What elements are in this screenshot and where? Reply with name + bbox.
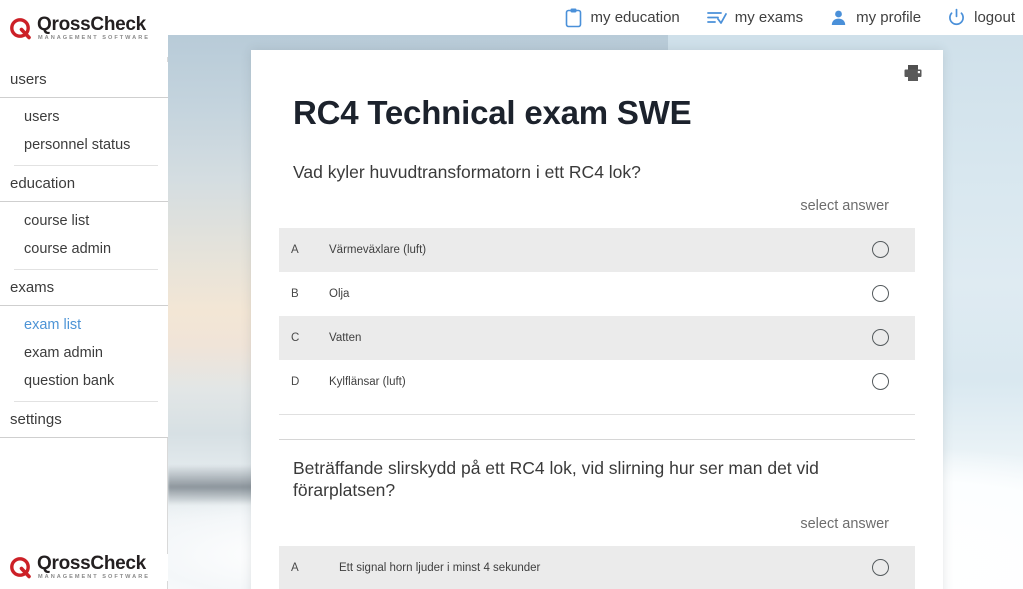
qrosscheck-q-icon	[8, 555, 34, 581]
answer-text: Ett signal horn ljuder i minst 4 sekunde…	[339, 561, 541, 574]
nav-my-exams[interactable]: my exams	[706, 8, 803, 27]
answer-text: Olja	[329, 287, 350, 300]
select-answer-label: select answer	[800, 197, 889, 214]
answer-letter: D	[291, 375, 300, 388]
sidebar-item-course-admin[interactable]: course admin	[0, 235, 168, 263]
answer-row[interactable]: C Vatten	[279, 315, 915, 360]
answer-row[interactable]: D Kylflänsar (luft)	[279, 360, 915, 404]
nav-my-education[interactable]: my education	[564, 7, 680, 28]
sidebar-group-education[interactable]: education	[0, 166, 168, 202]
answer-row[interactable]: A Värmeväxlare (luft)	[279, 227, 915, 272]
app-root: my education my exams my profile logout …	[0, 0, 1023, 589]
answer-list-divider	[279, 413, 915, 415]
nav-my-profile[interactable]: my profile	[829, 8, 921, 27]
sidebar-item-exam-admin[interactable]: exam admin	[0, 339, 168, 367]
print-row	[251, 50, 943, 82]
answer-text: Värmeväxlare (luft)	[329, 243, 427, 256]
logo-text: QrossCheck MANAGEMENT SOFTWARE	[37, 15, 150, 42]
page-title: RC4 Technical exam SWE	[293, 94, 692, 131]
print-icon[interactable]	[903, 64, 923, 82]
brand-logo-top[interactable]: QrossCheck MANAGEMENT SOFTWARE	[0, 0, 168, 57]
sidebar-item-question-bank[interactable]: question bank	[0, 367, 168, 395]
question-block: Vad kyler huvudtransformatorn i ett RC4 …	[279, 132, 915, 440]
sidebar-item-users[interactable]: users	[0, 103, 168, 131]
answer-letter: A	[291, 243, 299, 256]
logo-footer: QrossCheck MANAGEMENT SOFTWARE	[8, 554, 150, 581]
select-answer-label: select answer	[800, 515, 889, 532]
qrosscheck-q-icon	[8, 16, 34, 42]
answer-row[interactable]: B Olja	[279, 272, 915, 316]
sidebar-item-personnel-status[interactable]: personnel status	[0, 131, 168, 159]
logo-wordmark: QrossCheck	[37, 14, 146, 36]
answer-radio-cell[interactable]	[845, 559, 915, 577]
radio-button-icon[interactable]	[871, 285, 889, 303]
radio-button-icon[interactable]	[871, 373, 889, 391]
answer-letter: C	[291, 331, 300, 344]
power-icon	[947, 8, 966, 27]
exam-body: RC4 Technical exam SWE Vad kyler huvudtr…	[251, 82, 943, 589]
sidebar-item-course-list[interactable]: course list	[0, 207, 168, 235]
logo-tagline: MANAGEMENT SOFTWARE	[38, 35, 150, 42]
nav-my-profile-label: my profile	[856, 9, 922, 26]
answer-list: A Ett signal horn ljuder i minst 4 sekun…	[279, 545, 915, 589]
sidebar-group-users[interactable]: users	[0, 62, 168, 98]
sidebar: QrossCheck MANAGEMENT SOFTWARE users use…	[0, 0, 168, 589]
sidebar-group-settings[interactable]: settings	[0, 402, 168, 438]
sidebar-submenu-exams: exam list exam admin question bank	[0, 306, 168, 402]
answer-radio-cell[interactable]	[845, 241, 915, 259]
answer-radio-cell[interactable]	[845, 373, 915, 391]
question-block: Beträffande slirskydd på ett RC4 lok, vi…	[279, 440, 915, 589]
logo-text: QrossCheck MANAGEMENT SOFTWARE	[37, 554, 150, 581]
answer-row[interactable]: A Ett signal horn ljuder i minst 4 sekun…	[279, 545, 915, 589]
nav-logout[interactable]: logout	[947, 8, 1015, 27]
person-icon	[829, 8, 848, 27]
answer-letter: A	[291, 561, 299, 574]
answer-list: A Värmeväxlare (luft) B Olja C Vatten D …	[279, 227, 915, 404]
answer-radio-cell[interactable]	[845, 329, 915, 347]
answer-text: Vatten	[329, 331, 362, 344]
answer-text: Kylflänsar (luft)	[329, 375, 406, 388]
question-text: Vad kyler huvudtransformatorn i ett RC4 …	[293, 162, 641, 182]
radio-button-icon[interactable]	[871, 559, 889, 577]
nav-logout-label: logout	[974, 9, 1015, 26]
sidebar-group-exams[interactable]: exams	[0, 270, 168, 306]
sidebar-submenu-education: course list course admin	[0, 202, 168, 270]
answer-letter: B	[291, 287, 299, 300]
exam-card: RC4 Technical exam SWE Vad kyler huvudtr…	[251, 50, 943, 589]
sidebar-submenu-users: users personnel status	[0, 98, 168, 166]
logo: QrossCheck MANAGEMENT SOFTWARE	[8, 15, 150, 42]
brand-logo-bottom: QrossCheck MANAGEMENT SOFTWARE	[0, 554, 168, 581]
question-text: Beträffande slirskydd på ett RC4 lok, vi…	[293, 457, 819, 500]
radio-button-icon[interactable]	[871, 329, 889, 347]
sidebar-item-exam-list[interactable]: exam list	[0, 311, 168, 339]
nav-my-education-label: my education	[590, 9, 680, 26]
answer-radio-cell[interactable]	[845, 285, 915, 303]
logo-wordmark: QrossCheck	[37, 553, 146, 575]
sidebar-menu: users users personnel status education c…	[0, 62, 168, 438]
radio-button-icon[interactable]	[871, 241, 889, 259]
nav-my-exams-label: my exams	[734, 9, 804, 26]
list-check-icon	[706, 8, 727, 27]
logo-tagline: MANAGEMENT SOFTWARE	[38, 574, 150, 581]
top-navigation: my education my exams my profile logout	[564, 0, 1015, 35]
clipboard-icon	[564, 7, 583, 28]
